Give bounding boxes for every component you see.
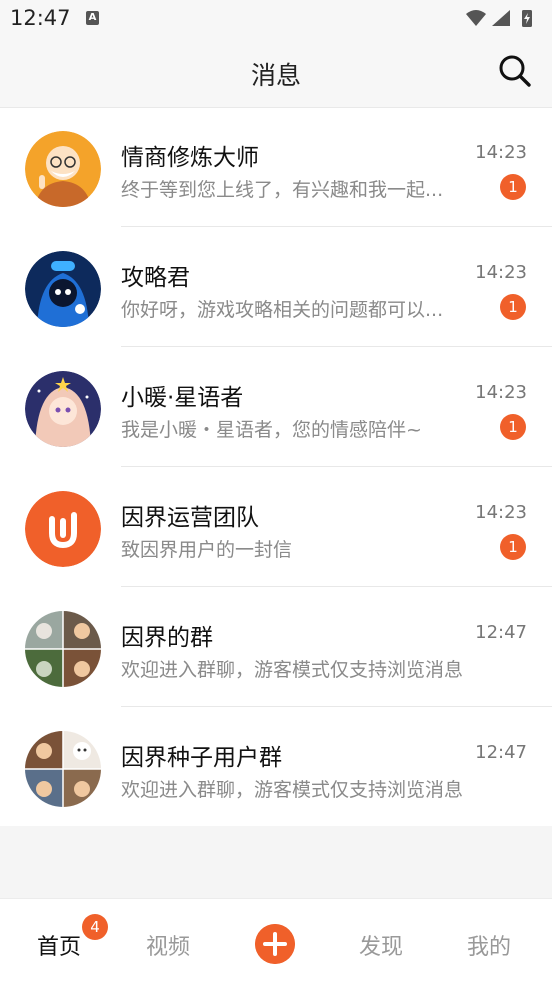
page-title: 消息 — [250, 61, 301, 90]
star-girl-avatar — [25, 371, 101, 447]
chat-time: 12:47 — [475, 742, 527, 763]
chat-name: 因界运营团队 — [121, 505, 259, 531]
divider — [121, 586, 552, 587]
search-icon[interactable] — [498, 54, 532, 88]
status-bar: 12:47 A — [0, 0, 552, 36]
chat-preview: 终于等到您上线了，有兴趣和我一起... — [121, 179, 444, 201]
tab-video[interactable]: 视频 — [146, 929, 190, 961]
tab-home[interactable]: 首页 — [37, 929, 81, 961]
chat-preview: 欢迎进入群聊，游客模式仅支持浏览消息 — [121, 659, 464, 681]
bottom-tab-bar: 首页 4 视频 发现 我的 — [0, 898, 552, 983]
chat-name: 小暖·星语者 — [121, 385, 244, 411]
chat-item[interactable]: 因界运营团队 14:23 致因界用户的一封信 1 — [0, 468, 552, 587]
status-time: 12:47 — [10, 6, 71, 30]
chat-preview: 致因界用户的一封信 — [121, 539, 293, 561]
chat-preview: 欢迎进入群聊，游客模式仅支持浏览消息 — [121, 779, 464, 801]
tab-mine[interactable]: 我的 — [467, 929, 511, 961]
tab-discover[interactable]: 发现 — [359, 929, 403, 961]
chat-name: 攻略君 — [121, 265, 190, 291]
divider — [121, 706, 552, 707]
chat-time: 14:23 — [475, 382, 527, 403]
gamer-avatar — [25, 251, 101, 327]
unread-badge: 1 — [500, 174, 526, 200]
unread-badge: 1 — [500, 414, 526, 440]
signal-icon — [492, 10, 510, 26]
wifi-icon — [466, 10, 486, 26]
chat-name: 因界种子用户群 — [121, 745, 282, 771]
chat-time: 14:23 — [475, 262, 527, 283]
chat-list: 情商修炼大师 14:23 终于等到您上线了，有兴趣和我一起... 1 攻略君 1… — [0, 108, 552, 826]
chat-time: 14:23 — [475, 142, 527, 163]
unread-badge: 1 — [500, 294, 526, 320]
chat-time: 12:47 — [475, 622, 527, 643]
chat-preview: 你好呀，游戏攻略相关的问题都可以... — [121, 299, 444, 321]
home-badge: 4 — [82, 914, 108, 940]
divider — [121, 226, 552, 227]
group-collage-avatar — [25, 611, 101, 687]
notification-a-icon: A — [86, 11, 99, 25]
chat-item[interactable]: 小暖·星语者 14:23 我是小暖・星语者，您的情感陪伴~ 1 — [0, 348, 552, 467]
chat-item[interactable]: 攻略君 14:23 你好呀，游戏攻略相关的问题都可以... 1 — [0, 228, 552, 347]
plus-icon[interactable] — [255, 924, 295, 964]
chat-preview: 我是小暖・星语者，您的情感陪伴~ — [121, 419, 422, 441]
monk-avatar — [25, 131, 101, 207]
chat-item[interactable]: 因界的群 12:47 欢迎进入群聊，游客模式仅支持浏览消息 — [0, 588, 552, 707]
chat-time: 14:23 — [475, 502, 527, 523]
divider — [121, 346, 552, 347]
unread-badge: 1 — [500, 534, 526, 560]
chat-name: 情商修炼大师 — [121, 145, 259, 171]
chat-item[interactable]: 情商修炼大师 14:23 终于等到您上线了，有兴趣和我一起... 1 — [0, 108, 552, 227]
divider — [121, 466, 552, 467]
brand-logo-avatar — [25, 491, 101, 567]
system-status-icons — [466, 10, 532, 27]
group-collage-avatar — [25, 731, 101, 807]
chat-name: 因界的群 — [121, 625, 213, 651]
chat-item[interactable]: 因界种子用户群 12:47 欢迎进入群聊，游客模式仅支持浏览消息 — [0, 708, 552, 827]
app-header: 消息 — [0, 36, 552, 108]
